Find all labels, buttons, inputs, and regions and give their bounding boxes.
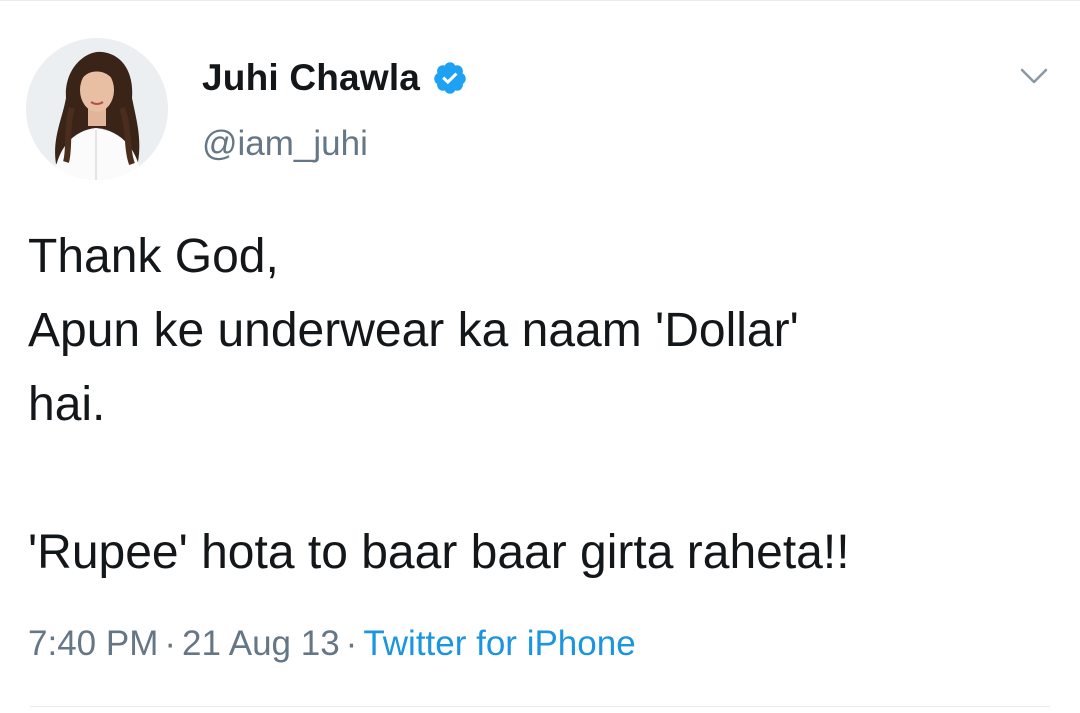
author-display-name[interactable]: Juhi Chawla: [202, 57, 420, 99]
verified-badge-icon: [432, 60, 468, 96]
tweet-time[interactable]: 7:40 PM: [28, 624, 158, 663]
author-name-row[interactable]: Juhi Chawla: [202, 56, 468, 100]
author-handle[interactable]: @iam_juhi: [202, 124, 368, 164]
chevron-down-icon[interactable]: [1016, 62, 1052, 90]
tweet-text-line: Apun ke underwear ka naam 'Dollar': [28, 304, 799, 357]
tweet-meta: 7:40 PM · 21 Aug 13 · Twitter for iPhone: [28, 624, 636, 664]
tweet-date[interactable]: 21 Aug 13: [182, 624, 340, 663]
top-divider: [0, 0, 1080, 7]
avatar[interactable]: [26, 38, 168, 180]
meta-separator: ·: [345, 624, 358, 663]
bottom-divider: [30, 706, 1050, 707]
meta-separator: ·: [164, 624, 177, 663]
tweet-text-line: Thank God,: [28, 230, 279, 283]
tweet-text: Thank God, Apun ke underwear ka naam 'Do…: [28, 220, 1068, 590]
avatar-photo-icon: [26, 38, 168, 180]
tweet-text-line: 'Rupee' hota to baar baar girta raheta!!: [28, 526, 850, 579]
tweet-text-line: hai.: [28, 378, 106, 431]
tweet-source-link[interactable]: Twitter for iPhone: [363, 624, 635, 663]
